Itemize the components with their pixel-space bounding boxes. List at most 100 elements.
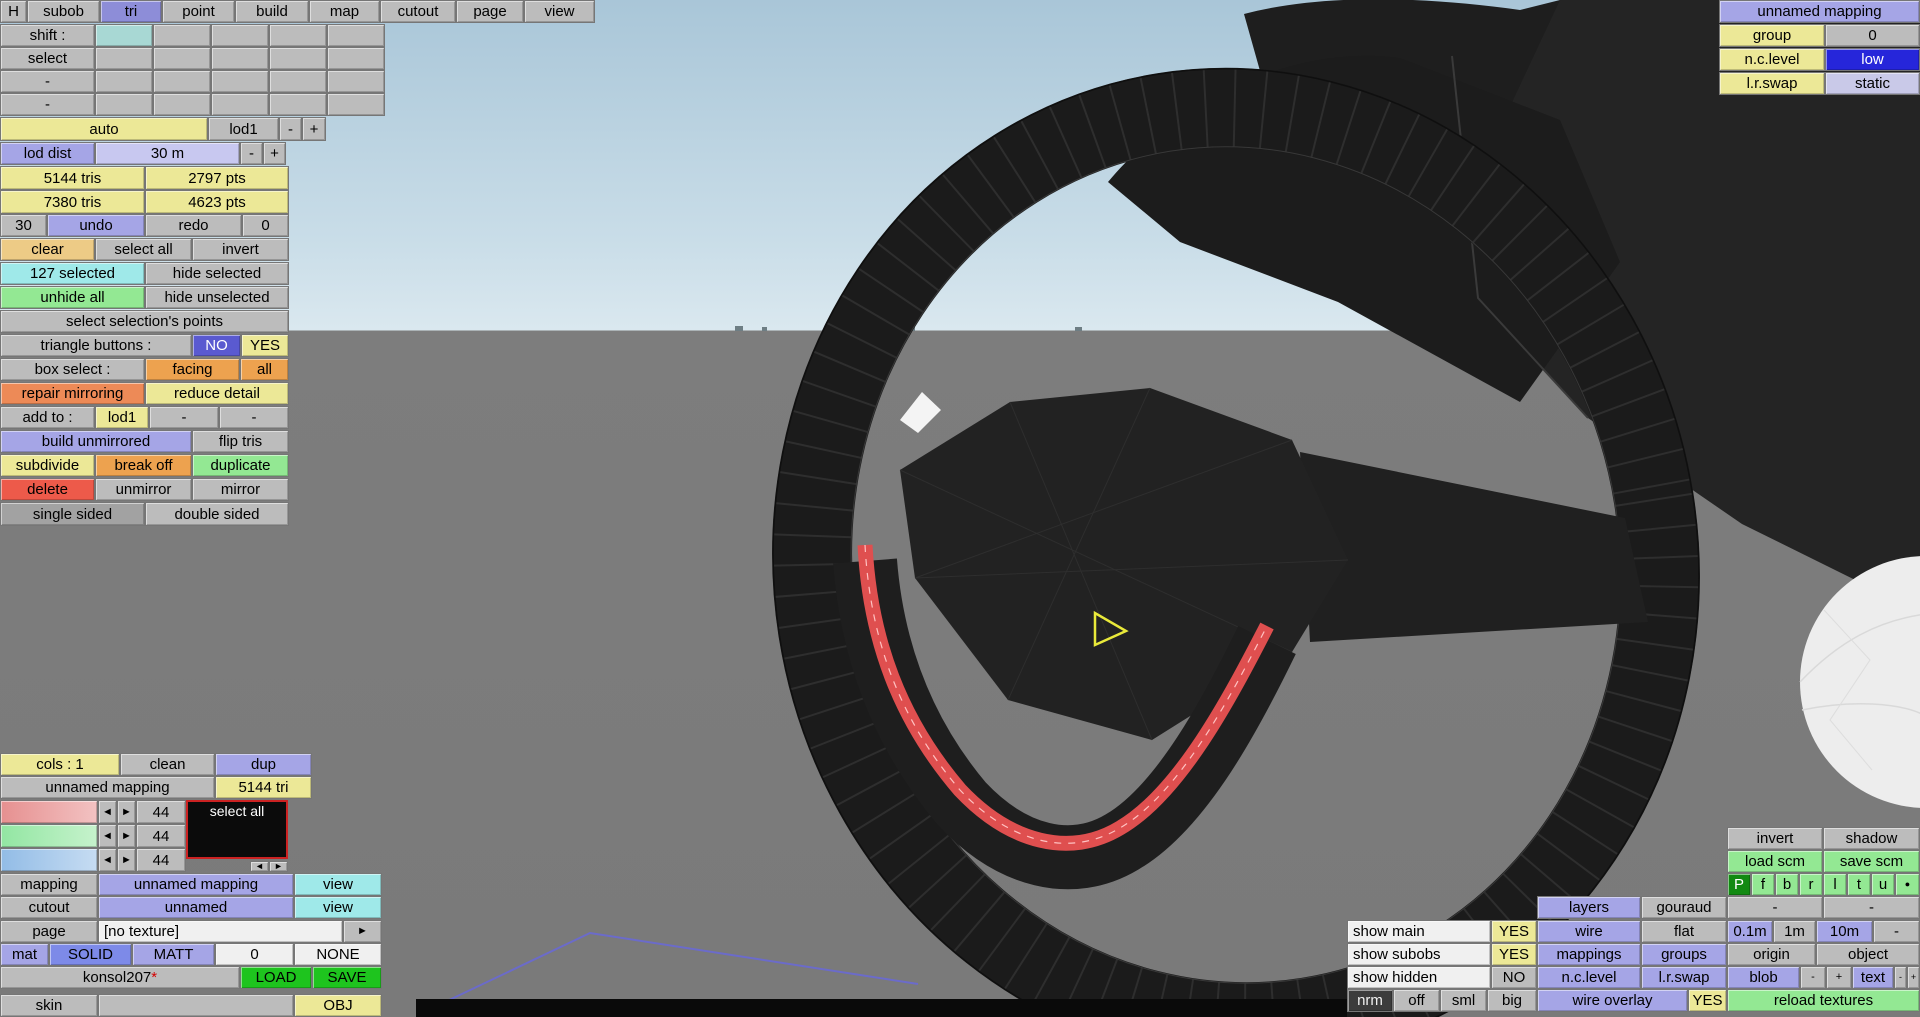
reload-textures-button[interactable]: reload textures [1727,989,1920,1012]
single-sided-button[interactable]: single sided [0,502,145,526]
select-button[interactable]: select [0,47,95,70]
invert-button[interactable]: invert [1727,827,1823,850]
clear-button[interactable]: clear [0,238,95,261]
mat-none-value[interactable]: NONE [294,943,382,966]
show-subobs-toggle[interactable]: YES [1491,943,1537,966]
grid-01m-button[interactable]: 0.1m [1727,920,1773,943]
load-scm-button[interactable]: load scm [1727,850,1823,873]
view-r-button[interactable]: r [1799,873,1823,896]
view-t-button[interactable]: t [1847,873,1871,896]
select-all-button[interactable]: select all [95,238,192,261]
text-button[interactable]: text [1852,966,1894,989]
add-to-lod1-button[interactable]: lod1 [95,406,149,429]
save-button[interactable]: SAVE [312,966,382,989]
menu-item-subob[interactable]: subob [27,0,100,23]
green-channel-slider[interactable] [0,824,98,848]
obj-button[interactable]: OBJ [294,994,382,1017]
auto-button[interactable]: auto [0,117,208,141]
texture-preview-box[interactable]: select all [186,800,288,859]
grid-10m-button[interactable]: 10m [1816,920,1873,943]
hide-selected-button[interactable]: hide selected [145,262,289,285]
menu-item-map[interactable]: map [309,0,380,23]
texture-next-button[interactable]: ► [343,920,382,943]
layers-dash1-button[interactable]: - [1727,896,1823,919]
menu-item-build[interactable]: build [235,0,309,23]
reduce-detail-button[interactable]: reduce detail [145,382,289,405]
cols-button[interactable]: cols : 1 [0,753,120,776]
mat-solid-button[interactable]: SOLID [49,943,132,966]
groups-button[interactable]: groups [1641,943,1727,966]
show-main-toggle[interactable]: YES [1491,920,1537,943]
group-value[interactable]: 0 [1825,24,1920,47]
flip-tris-button[interactable]: flip tris [192,430,289,453]
view-l-button[interactable]: l [1823,873,1847,896]
cutout-view-button[interactable]: view [294,896,382,919]
text-plus-button[interactable]: + [1907,966,1920,989]
nrm-off-button[interactable]: off [1393,989,1440,1012]
menu-item-page[interactable]: page [456,0,524,23]
blue-channel-slider[interactable] [0,848,98,872]
box-select-facing-button[interactable]: facing [145,358,240,381]
lod1-button[interactable]: lod1 [208,117,279,141]
undo-button[interactable]: undo [47,214,145,237]
blob-plus-button[interactable]: + [1826,966,1852,989]
break-off-button[interactable]: break off [95,454,192,477]
add-to-dash2-button[interactable]: - [219,406,289,429]
menu-tab-tri-active[interactable]: tri [100,0,162,23]
mat-zero-value[interactable]: 0 [215,943,294,966]
menu-item-h[interactable]: H [0,0,27,23]
mirror-button[interactable]: mirror [192,478,289,501]
origin-button[interactable]: origin [1727,943,1816,966]
view-f-button[interactable]: f [1751,873,1775,896]
object-button[interactable]: object [1816,943,1920,966]
double-sided-button[interactable]: double sided [145,502,289,526]
triangle-buttons-no-toggle[interactable]: NO [192,334,241,357]
lod-dist-minus[interactable]: - [240,142,263,165]
grid-1m-button[interactable]: 1m [1773,920,1816,943]
filename-field[interactable]: konsol207 * [0,966,240,989]
green-next-button[interactable]: ► [117,824,136,848]
unmirror-button[interactable]: unmirror [95,478,192,501]
wire-overlay-toggle[interactable]: YES [1688,989,1727,1012]
lod-dist-value[interactable]: 30 m [95,142,240,165]
nc-level-button[interactable]: n.c.level [1537,966,1641,989]
subdivide-button[interactable]: subdivide [0,454,95,477]
invert-button[interactable]: invert [192,238,289,261]
text-minus-button[interactable]: - [1894,966,1907,989]
blob-button[interactable]: blob [1727,966,1800,989]
duplicate-button[interactable]: duplicate [192,454,289,477]
green-prev-button[interactable]: ◄ [98,824,117,848]
dup-button[interactable]: dup [215,753,312,776]
mapping-name-button[interactable]: unnamed mapping [98,873,294,896]
shift-value-field[interactable] [95,24,153,47]
repair-mirroring-button[interactable]: repair mirroring [0,382,145,405]
view-u-button[interactable]: u [1871,873,1895,896]
flat-button[interactable]: flat [1641,920,1727,943]
mat-matt-button[interactable]: MATT [132,943,215,966]
skin-button[interactable]: skin [0,994,98,1017]
lod-dist-plus[interactable]: + [263,142,286,165]
nrm-big-button[interactable]: big [1487,989,1537,1012]
save-scm-button[interactable]: save scm [1823,850,1920,873]
red-prev-button[interactable]: ◄ [98,800,117,824]
box-select-all-button[interactable]: all [240,358,289,381]
lr-swap-value[interactable]: static [1825,72,1920,95]
hide-unselected-button[interactable]: hide unselected [145,286,289,309]
preview-next-button[interactable]: ► [269,861,288,872]
clean-button[interactable]: clean [120,753,215,776]
load-button[interactable]: LOAD [240,966,312,989]
blue-next-button[interactable]: ► [117,848,136,872]
menu-item-view[interactable]: view [524,0,595,23]
view-b-button[interactable]: b [1775,873,1799,896]
layers-dash2-button[interactable]: - [1823,896,1920,919]
sphere-mesh[interactable] [1799,556,1920,808]
blue-prev-button[interactable]: ◄ [98,848,117,872]
red-next-button[interactable]: ► [117,800,136,824]
build-unmirrored-button[interactable]: build unmirrored [0,430,192,453]
add-to-dash1-button[interactable]: - [149,406,219,429]
nrm-button[interactable]: nrm [1347,989,1393,1012]
mapping-view-button[interactable]: view [294,873,382,896]
gouraud-button[interactable]: gouraud [1641,896,1727,919]
wire-button[interactable]: wire [1537,920,1641,943]
show-hidden-toggle[interactable]: NO [1491,966,1537,989]
